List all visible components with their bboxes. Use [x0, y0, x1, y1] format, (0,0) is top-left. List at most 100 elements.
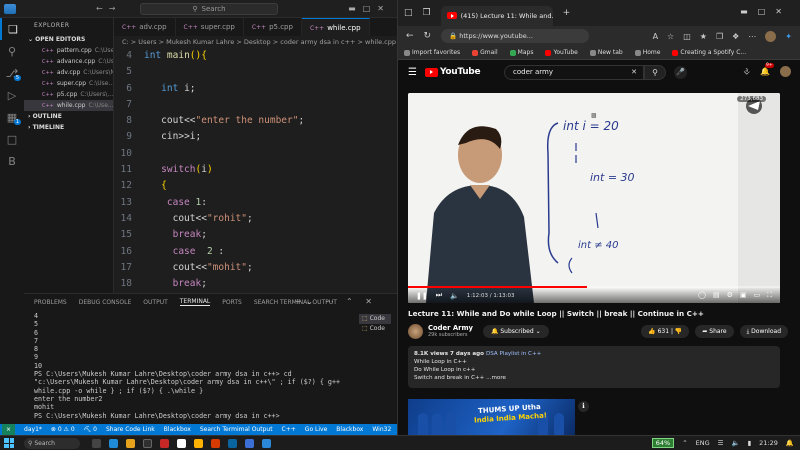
autoplay-icon[interactable]: ◯	[698, 291, 706, 300]
app-white-icon[interactable]	[177, 438, 186, 448]
extensions-icon[interactable]: ▦ 1	[0, 106, 24, 128]
explorer-icon[interactable]: ❏	[0, 18, 24, 40]
next-icon[interactable]: ⏭	[436, 291, 442, 300]
timeline-section[interactable]: › TIMELINE	[24, 122, 113, 133]
code-line[interactable]: 15 break;	[114, 227, 397, 243]
editor-tab[interactable]: C++ p5.cpp	[244, 18, 302, 36]
store-icon[interactable]	[143, 438, 152, 448]
new-tab-icon[interactable]: +	[563, 8, 571, 18]
panel-actions[interactable]: +⌄ ⋯ ⌃ ✕	[295, 297, 377, 306]
panel-tab[interactable]: PORTS	[222, 299, 242, 306]
language-indicator[interactable]: ENG	[696, 439, 710, 447]
code-line[interactable]: 16 case 2 :	[114, 244, 397, 260]
tab-youtube[interactable]: (415) Lecture 11: While and... ✕	[440, 5, 553, 26]
open-editor-item[interactable]: C++adv.cppC:\Users\Mu	[24, 67, 113, 78]
status-item[interactable]: Win32	[372, 426, 391, 433]
editor-tab[interactable]: C++ super.cpp	[176, 18, 244, 36]
command-center-search[interactable]: ⚲ Search	[140, 3, 278, 15]
code-line[interactable]: 8 cout<<"enter the number";	[114, 113, 397, 129]
photos-icon[interactable]	[228, 438, 237, 448]
subscribed-button[interactable]: 🔔 Subscribed ⌄	[482, 324, 549, 338]
channel-avatar[interactable]	[408, 323, 423, 339]
code-line[interactable]: 7	[114, 97, 397, 113]
captions-icon[interactable]: ▤	[713, 291, 720, 300]
settings-icon[interactable]: ⚙	[727, 291, 733, 300]
taskbar-search[interactable]: ⚲ Search	[24, 437, 80, 449]
code-line[interactable]: 14 cout<<"rohit";	[114, 211, 397, 227]
run-debug-icon[interactable]: ▷	[0, 84, 24, 106]
read-aloud-icon[interactable]: A	[653, 32, 658, 41]
collections-icon[interactable]: ❐	[716, 32, 723, 41]
browser-window-controls[interactable]: ▬□✕	[740, 7, 792, 16]
status-item[interactable]: Go Live	[305, 426, 327, 433]
bookmark-item[interactable]: Gmail	[472, 49, 498, 56]
notifications-tray-icon[interactable]: 🔔	[786, 439, 794, 447]
ad-thumbnail[interactable]: THUMS UP Utha India India Macha!	[408, 399, 575, 435]
clear-search-icon[interactable]: ✕	[631, 66, 637, 79]
menu-icon[interactable]: ☰	[408, 67, 417, 78]
notifications-icon[interactable]: 🔔 9+	[760, 63, 774, 76]
bookmark-item[interactable]: Maps	[509, 49, 533, 56]
bookmark-item[interactable]: Creating a Spotify C...	[672, 49, 746, 56]
microphone-icon[interactable]: 🎤	[674, 66, 687, 79]
code-line[interactable]: 6 int i;	[114, 81, 397, 97]
status-item[interactable]: ⛏ 0	[84, 426, 97, 433]
nav-arrows-icon[interactable]: ←→	[96, 4, 121, 13]
bookmark-item[interactable]: New tab	[589, 49, 623, 56]
edge-icon[interactable]	[109, 438, 118, 448]
bookmark-item[interactable]: Import favorites	[404, 49, 460, 56]
reload-icon[interactable]: ↻	[424, 31, 432, 41]
status-item[interactable]: C++	[282, 426, 296, 433]
extensions-icon[interactable]: ❖	[732, 32, 739, 41]
fullscreen-icon[interactable]: ⛶	[767, 291, 772, 300]
blackbox-icon[interactable]: B	[0, 150, 24, 172]
office-icon[interactable]	[211, 438, 220, 448]
source-control-icon[interactable]: ⎇ 5	[0, 62, 24, 84]
open-editor-item[interactable]: C++ while.cpp C:\Use...	[24, 100, 113, 111]
share-button[interactable]: ➦ Share	[695, 324, 734, 338]
panel-tab[interactable]: TERMINAL	[179, 298, 211, 306]
status-item[interactable]: Blackbox	[336, 426, 363, 433]
channel-name[interactable]: Coder Army	[428, 324, 473, 332]
open-editors-section[interactable]: ⌄ OPEN EDITORS	[24, 34, 113, 45]
terminal-output[interactable]: 4 5 6 7 8 9 10 PS C:\Users\Mukesh Kumar …	[34, 312, 354, 420]
status-item[interactable]: Share Code Link	[106, 426, 155, 433]
code-line[interactable]: 17 cout<<"mohit";	[114, 260, 397, 276]
video-player[interactable]: int i = 20 int = 30 int ≠ 40 ▩ 273,683 ❚…	[408, 93, 780, 303]
favorites-icon[interactable]: ★	[700, 32, 707, 41]
search-button[interactable]: ⚲	[644, 65, 666, 80]
open-editor-item[interactable]: C++ p5.cpp C:\Users\...	[24, 89, 113, 100]
windows-start-icon[interactable]	[4, 438, 14, 448]
create-icon[interactable]: ⎀	[744, 67, 750, 77]
code-line[interactable]: 12 {	[114, 178, 397, 194]
split-screen-icon[interactable]: ◫	[683, 32, 691, 41]
search-icon[interactable]: ⚲	[0, 40, 24, 62]
like-button[interactable]: 👍 631 | 👎	[641, 324, 690, 338]
code-line[interactable]: 9 cin>>i;	[114, 129, 397, 145]
video-description[interactable]: 8.1K views 7 days ago DSA Playlist in C+…	[408, 346, 780, 388]
code-line[interactable]: 13 case 1:	[114, 195, 397, 211]
back-icon[interactable]: ←	[406, 31, 414, 41]
task-view-icon[interactable]	[92, 438, 101, 448]
open-editor-item[interactable]: C++advance.cppC:\Users\	[24, 56, 113, 67]
bookmark-item[interactable]: YouTube	[545, 49, 578, 56]
breadcrumb[interactable]: C: > Users > Mukesh Kumar Lahre > Deskto…	[114, 36, 397, 48]
browser-avatar[interactable]	[765, 30, 777, 42]
panel-tab[interactable]: DEBUG CONSOLE	[79, 299, 132, 306]
window-controls[interactable]: ▬□✕	[348, 4, 391, 13]
address-bar[interactable]: 🔒 https://www.youtube...	[441, 29, 590, 43]
panel-tab[interactable]: OUTPUT	[143, 299, 167, 306]
code-line[interactable]: 4 int main(){	[114, 48, 397, 64]
battery-icon[interactable]: ▮	[748, 439, 752, 447]
profile-icon[interactable]: □	[404, 8, 413, 18]
tab-actions-icon[interactable]: ❐	[423, 8, 431, 18]
open-editor-item[interactable]: C++pattern.cppC:\Users	[24, 45, 113, 56]
playlist-tag[interactable]: DSA Playlist in C++	[486, 351, 541, 357]
code-line[interactable]: 11 switch(i)	[114, 162, 397, 178]
file-explorer-icon[interactable]	[126, 438, 135, 448]
speaker-icon[interactable]: 🔈	[732, 439, 740, 447]
app-red-icon[interactable]	[160, 438, 169, 448]
youtube-avatar[interactable]	[780, 66, 791, 77]
open-editor-item[interactable]: C++ super.cpp C:\Use...	[24, 78, 113, 89]
status-item[interactable]: Blackbox	[164, 426, 191, 433]
